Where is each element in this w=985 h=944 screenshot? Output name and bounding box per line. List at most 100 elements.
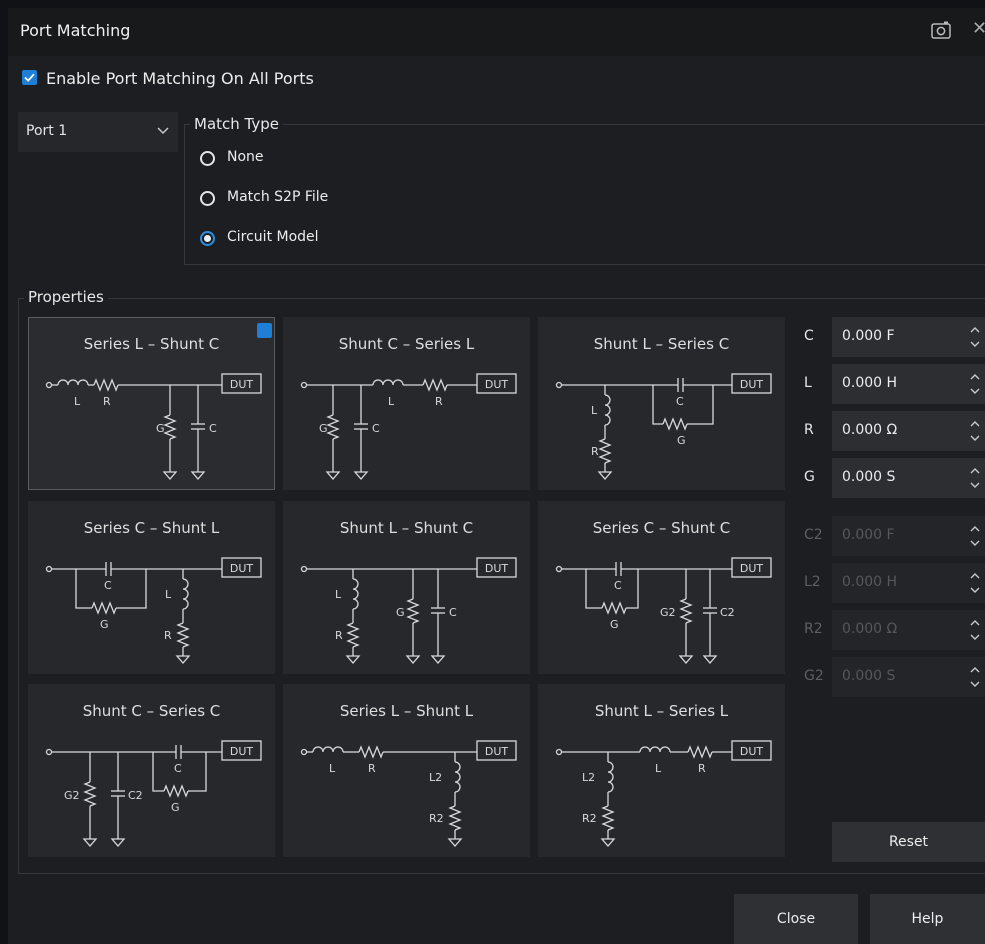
svg-text:L2: L2 [582,771,595,784]
param-value: 0.000 Ω [842,422,898,438]
param-row-r: R 0.000 Ω [790,411,985,451]
svg-text:C: C [372,422,380,435]
param-value: 0.000 H [842,375,898,391]
param-value: 0.000 Ω [842,621,898,637]
schematic-shunt-l-series-c: DUT C G L R [555,373,772,480]
schematic-series-c-shunt-c: DUT C G G2 C2 [555,557,772,664]
svg-text:L: L [591,404,598,417]
param-row-g: G 0.000 S [790,458,985,498]
param-row-c2: C2 0.000 F [790,516,985,556]
svg-text:G: G [396,606,405,619]
svg-text:DUT: DUT [485,745,509,758]
param-row-g2: G2 0.000 S [790,657,985,697]
circuit-shunt-c-series-l[interactable]: Shunt C – Series L DUT L R G C [283,317,530,490]
param-l-field[interactable]: 0.000 H [832,364,985,404]
help-button[interactable]: Help [870,894,985,944]
schematic-shunt-l-series-l: DUT L R L2 R2 [555,740,772,847]
enable-port-matching-checkbox[interactable] [22,70,37,85]
svg-text:L: L [335,588,342,601]
svg-text:R: R [164,629,172,642]
param-value: 0.000 H [842,574,898,590]
svg-text:C2: C2 [128,789,143,802]
radio-label: Match S2P File [227,189,329,205]
svg-text:G: G [171,801,180,814]
svg-text:G: G [610,618,619,631]
svg-text:C: C [104,579,112,592]
circuit-series-c-shunt-c[interactable]: Series C – Shunt C DUT C G G2 C2 [538,501,785,674]
circuit-shunt-l-series-c[interactable]: Shunt L – Series C DUT C G L R [538,317,785,490]
svg-text:C2: C2 [720,606,735,619]
selected-check [257,323,430,467]
svg-text:DUT: DUT [485,562,509,575]
schematic-shunt-l-shunt-c: DUT L R G C [300,557,517,664]
svg-text:C: C [614,579,622,592]
port-select[interactable]: Port 1 [18,112,178,152]
param-name: R2 [804,621,823,637]
param-value: 0.000 F [842,328,895,344]
param-row-c: C 0.000 F [790,317,985,357]
param-row-l: L 0.000 H [790,364,985,404]
spinner-arrows-icon [970,620,980,640]
circuit-shunt-l-shunt-c[interactable]: Shunt L – Shunt C DUT L R G C [283,501,530,674]
dialog-title: Port Matching [20,21,131,40]
svg-text:R2: R2 [582,812,597,825]
param-name: C [804,328,814,344]
svg-text:DUT: DUT [230,562,254,575]
svg-text:L: L [165,588,172,601]
param-row-l2: L2 0.000 H [790,563,985,603]
svg-text:C: C [209,422,217,435]
svg-text:L: L [388,395,395,408]
svg-text:C: C [676,395,684,408]
spinner-arrows-icon[interactable] [968,370,982,398]
radio-button[interactable] [200,191,215,206]
radio-label: None [227,149,264,165]
radio-button[interactable] [200,231,215,246]
spinner-arrows-icon[interactable] [968,323,982,351]
radio-label: Circuit Model [227,229,319,245]
param-name: R [804,422,814,438]
reset-button[interactable]: Reset [832,822,985,862]
param-name: L [804,375,812,391]
svg-text:R: R [368,762,376,775]
svg-text:DUT: DUT [740,378,764,391]
param-row-r2: R2 0.000 Ω [790,610,985,650]
param-name: G [804,469,815,485]
svg-text:L: L [655,762,662,775]
spinner-arrows-icon[interactable] [968,417,982,445]
close-button[interactable]: Close [734,894,858,944]
param-value: 0.000 S [842,668,896,684]
param-value: 0.000 S [842,469,896,485]
svg-text:DUT: DUT [740,745,764,758]
svg-text:R2: R2 [429,812,444,825]
circuit-series-c-shunt-l[interactable]: Series C – Shunt L DUT C G L R [28,501,275,674]
svg-text:L: L [74,395,81,408]
camera-icon[interactable] [930,19,952,41]
param-c2-field: 0.000 F [832,516,985,556]
spinner-arrows-icon[interactable] [968,464,982,492]
param-r-field[interactable]: 0.000 Ω [832,411,985,451]
circuit-series-l-shunt-c[interactable]: Series L – Shunt C DUT L R G C [28,317,430,490]
svg-text:C: C [449,606,457,619]
param-g-field[interactable]: 0.000 S [832,458,985,498]
param-name: C2 [804,527,823,543]
enable-port-matching-label: Enable Port Matching On All Ports [46,69,314,88]
svg-text:G: G [319,422,328,435]
param-name: L2 [804,574,821,590]
svg-text:R: R [698,762,706,775]
properties-title: Properties [24,288,108,306]
svg-text:L2: L2 [429,771,442,784]
chevron-down-icon [157,127,169,135]
svg-text:L: L [329,762,336,775]
close-icon[interactable]: ✕ [972,18,985,40]
svg-text:G: G [677,434,686,447]
radio-button[interactable] [200,151,215,166]
svg-text:R: R [591,445,599,458]
circuit-series-l-shunt-l[interactable]: Series L – Shunt L DUT L R L2 R2 [283,684,530,857]
circuit-shunt-c-series-c[interactable]: Shunt C – Series C DUT C G G2 C2 [28,684,275,857]
svg-text:C: C [174,762,182,775]
param-c-field[interactable]: 0.000 F [832,317,985,357]
param-r2-field: 0.000 Ω [832,610,985,650]
svg-text:DUT: DUT [230,378,254,391]
circuit-shunt-l-series-l[interactable]: Shunt L – Series L DUT L R L2 R2 [538,684,785,857]
param-value: 0.000 F [842,527,895,543]
